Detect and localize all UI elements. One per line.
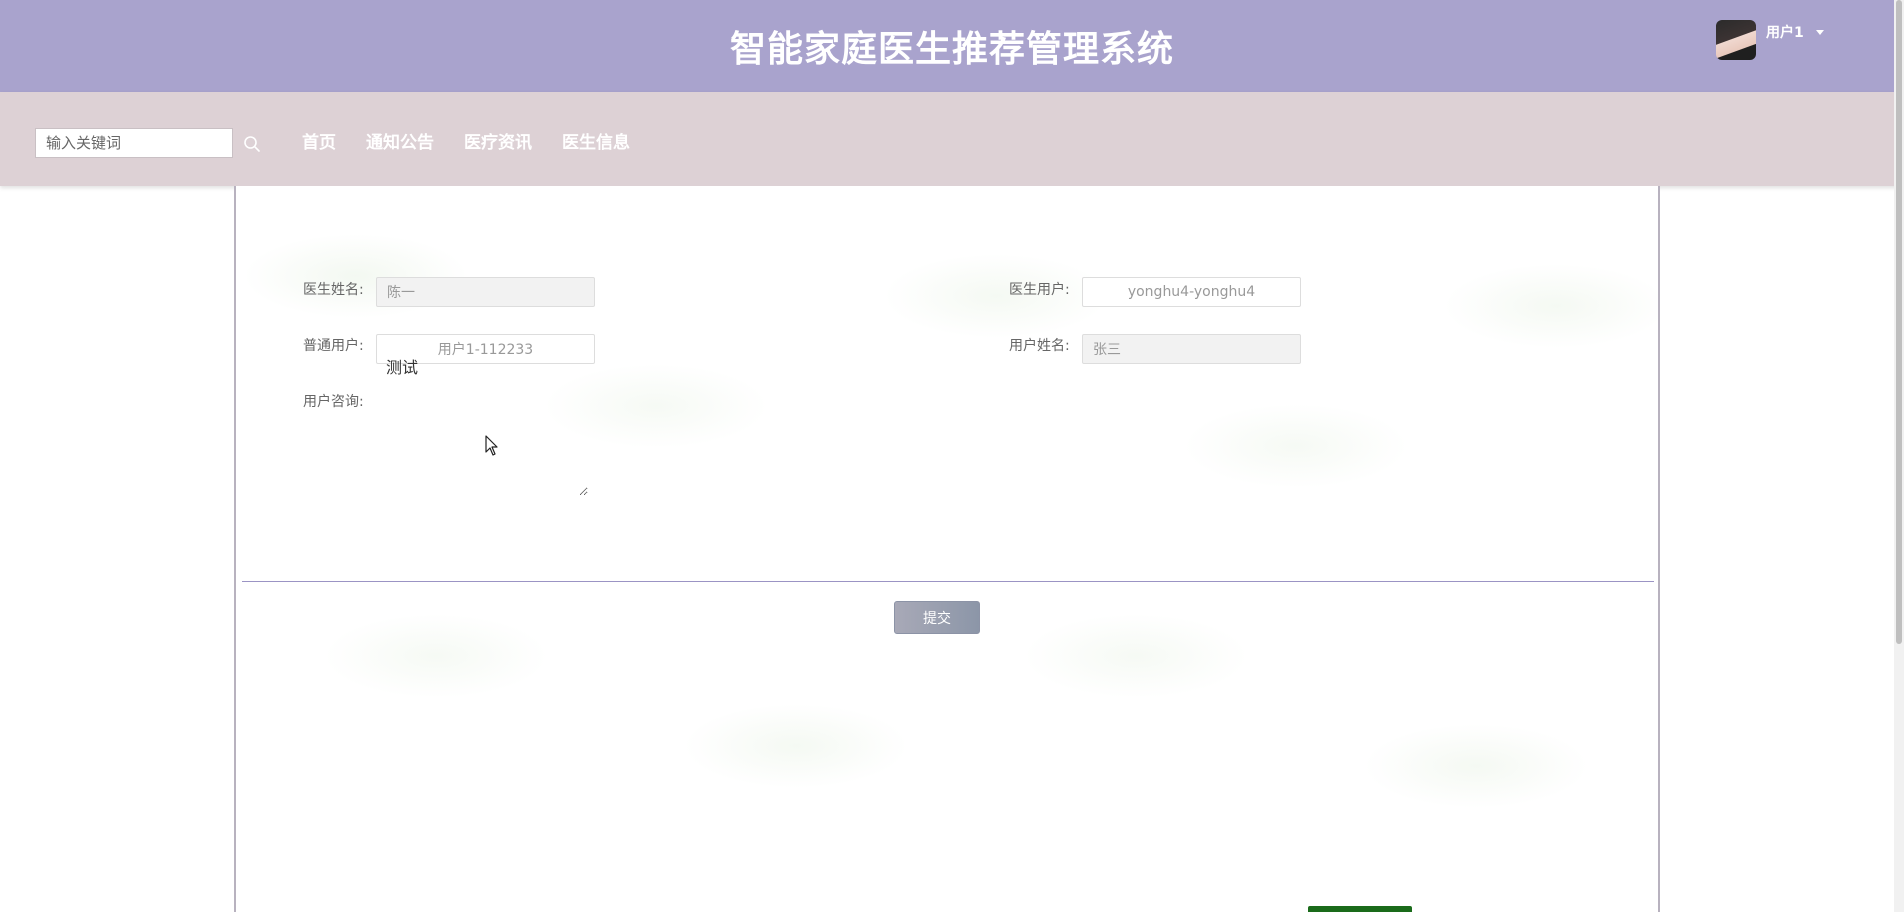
doctor-name-label: 医生姓名: xyxy=(303,282,364,298)
search-input[interactable] xyxy=(35,128,233,158)
header-bar: 智能家庭医生推荐管理系统 用户1 xyxy=(0,0,1904,92)
chevron-down-icon[interactable] xyxy=(1815,29,1824,35)
floating-green-button[interactable] xyxy=(1308,906,1412,912)
user-menu[interactable]: 用户1 xyxy=(1716,19,1824,61)
submit-button[interactable]: 提交 xyxy=(894,601,980,634)
avatar[interactable] xyxy=(1716,20,1756,60)
doctor-user-field[interactable] xyxy=(1082,277,1301,307)
main-nav: 首页 通知公告 医疗资讯 医生信息 xyxy=(302,128,660,153)
consultation-form-panel: 医生姓名: 医生用户: 普通用户: 用户姓名: 用户咨询: 测试 提交 xyxy=(234,186,1660,912)
consult-label: 用户咨询: xyxy=(303,394,364,410)
doctor-name-field[interactable] xyxy=(376,277,595,307)
nav-medical-news[interactable]: 医疗资讯 xyxy=(464,128,532,153)
search-icon[interactable] xyxy=(243,135,261,153)
site-title: 智能家庭医生推荐管理系统 xyxy=(729,29,1174,70)
nav-doctor-info[interactable]: 医生信息 xyxy=(562,128,630,153)
mouse-cursor-icon xyxy=(485,435,498,456)
page-scrollbar[interactable] xyxy=(1894,0,1904,912)
normal-user-label: 普通用户: xyxy=(303,338,364,354)
form-divider xyxy=(242,581,1654,582)
nav-bar: 首页 通知公告 医疗资讯 医生信息 xyxy=(0,92,1904,186)
user-name-label: 用户姓名: xyxy=(1009,338,1070,354)
doctor-user-label: 医生用户: xyxy=(1009,282,1070,298)
nav-notices[interactable]: 通知公告 xyxy=(366,128,434,153)
nav-home[interactable]: 首页 xyxy=(302,128,336,153)
user-name-field[interactable] xyxy=(1082,334,1301,364)
scrollbar-thumb[interactable] xyxy=(1896,0,1902,644)
user-name[interactable]: 用户1 xyxy=(1766,22,1804,42)
consult-textarea[interactable]: 测试 xyxy=(376,348,588,496)
